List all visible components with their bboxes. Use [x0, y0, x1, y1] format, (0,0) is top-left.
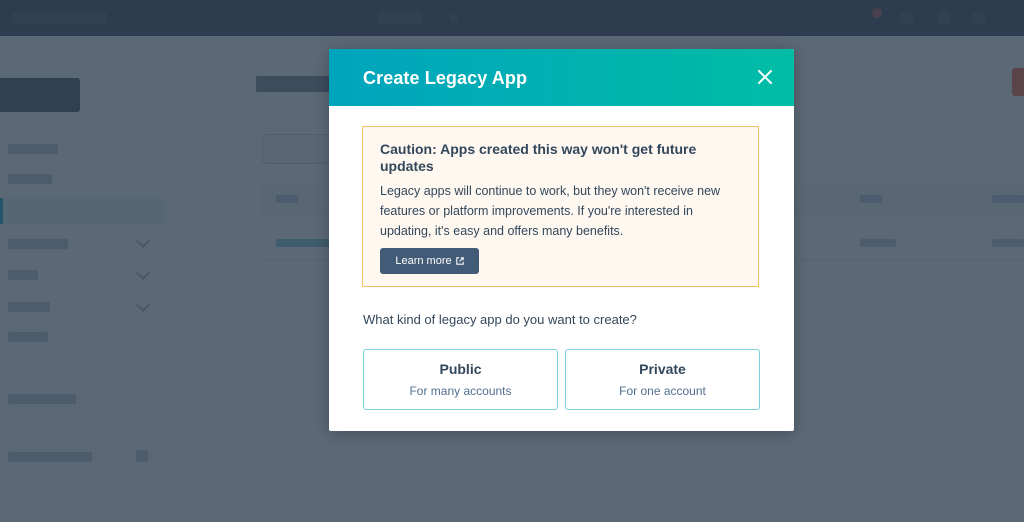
- alert-title: Caution: Apps created this way won't get…: [380, 141, 697, 174]
- app-type-question: What kind of legacy app do you want to c…: [363, 312, 637, 327]
- dialog-header: Create Legacy App: [329, 49, 794, 106]
- create-legacy-app-dialog: Create Legacy App Caution: Apps created …: [329, 49, 794, 431]
- learn-more-button[interactable]: Learn more: [380, 248, 479, 274]
- public-app-option[interactable]: Public For many accounts: [363, 349, 558, 410]
- public-option-subtitle: For many accounts: [409, 384, 512, 398]
- dialog-title: Create Legacy App: [363, 68, 528, 88]
- private-option-subtitle: For one account: [619, 384, 706, 398]
- close-icon: [758, 70, 772, 84]
- close-button[interactable]: [753, 68, 777, 88]
- public-option-title: Public: [439, 361, 482, 377]
- learn-more-label: Learn more: [395, 255, 452, 267]
- external-link-icon: [455, 257, 464, 265]
- private-option-title: Private: [639, 361, 686, 377]
- caution-alert: Caution: Apps created this way won't get…: [362, 126, 759, 287]
- alert-body: Legacy apps will continue to work, but t…: [380, 184, 721, 238]
- private-app-option[interactable]: Private For one account: [565, 349, 760, 410]
